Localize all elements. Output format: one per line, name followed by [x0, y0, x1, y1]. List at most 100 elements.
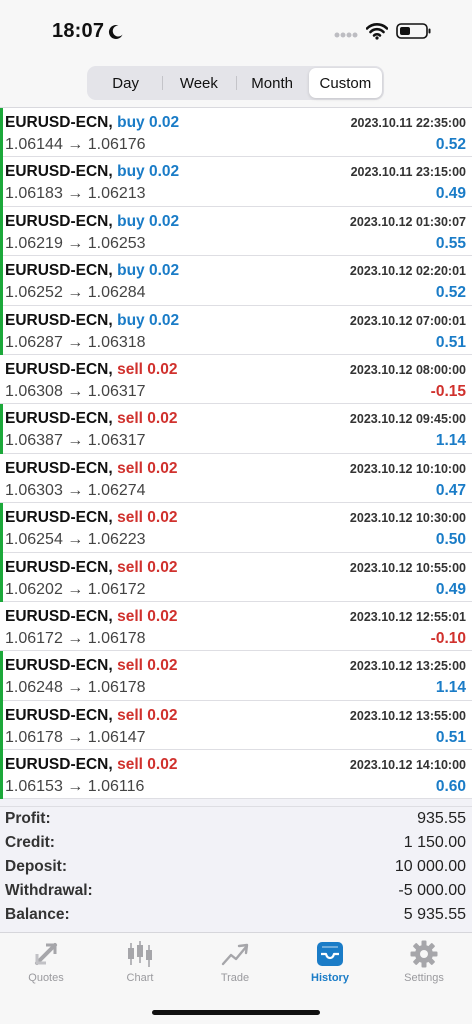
trade-row[interactable]: EURUSD-ECN, buy 0.02 2023.10.12 07:00:01 1…: [0, 305, 472, 356]
trade-prices: 1.06248 → 1.06178: [5, 679, 146, 697]
trade-row-detail: 1.06178 → 1.06147 0.51: [5, 728, 466, 748]
summary-withdrawal-row: Withdrawal: -5 000.00: [0, 879, 472, 903]
status-bar: 18:07: [0, 0, 472, 60]
trade-row[interactable]: EURUSD-ECN, sell 0.02 2023.10.12 10:55:00…: [0, 552, 472, 603]
trade-row[interactable]: EURUSD-ECN, buy 0.02 2023.10.12 01:30:07 1…: [0, 206, 472, 257]
trade-row[interactable]: EURUSD-ECN, buy 0.02 2023.10.11 22:35:00 1…: [0, 108, 472, 158]
trade-row[interactable]: EURUSD-ECN, sell 0.02 2023.10.12 13:25:00…: [0, 651, 472, 702]
trade-row[interactable]: EURUSD-ECN, sell 0.02 2023.10.12 14:10:00…: [0, 750, 472, 800]
trade-title: EURUSD-ECN, sell 0.02: [5, 361, 177, 379]
trade-row[interactable]: EURUSD-ECN, buy 0.02 2023.10.12 02:20:01 1…: [0, 256, 472, 306]
segment-custom[interactable]: Custom: [308, 68, 382, 98]
wifi-icon: [366, 23, 388, 40]
trade-prices: 1.06254 → 1.06223: [5, 531, 146, 549]
trade-title: EURUSD-ECN, sell 0.02: [5, 559, 177, 577]
withdrawal-value: -5 000.00: [398, 882, 466, 899]
trade-row-detail: 1.06183 → 1.06213 0.49: [5, 184, 466, 204]
trade-action: buy 0.02: [117, 114, 180, 131]
summary-balance-row: Balance: 5 935.55: [0, 903, 472, 927]
trade-action: sell 0.02: [117, 410, 178, 428]
tab-chart[interactable]: Chart: [100, 939, 180, 989]
trade-row-header: EURUSD-ECN, buy 0.02 2023.10.11 23:15:00: [5, 162, 466, 182]
deposit-label: Deposit:: [5, 858, 67, 875]
trade-title: EURUSD-ECN, sell 0.02: [5, 608, 177, 626]
trade-profit: -0.15: [430, 382, 466, 400]
trade-prices: 1.06144 → 1.06176: [5, 136, 146, 153]
trade-datetime: 2023.10.12 10:10:00: [349, 461, 466, 476]
trade-prices: 1.06387 → 1.06317: [5, 432, 146, 450]
trade-action: sell 0.02: [117, 756, 178, 774]
tab-trade[interactable]: Trade: [195, 939, 275, 989]
trade-profit: -0.10: [430, 629, 466, 647]
trade-action: sell 0.02: [117, 558, 178, 576]
trade-title: EURUSD-ECN, sell 0.02: [5, 707, 177, 725]
trade-row-detail: 1.06248 → 1.06178 1.14: [5, 678, 466, 698]
trade-datetime: 2023.10.12 14:10:00: [349, 758, 466, 773]
trade-row-header: EURUSD-ECN, sell 0.02 2023.10.12 10:10:00: [5, 459, 466, 479]
trade-datetime: 2023.10.12 02:20:01: [349, 264, 466, 279]
home-indicator: [152, 1010, 320, 1015]
history-inbox-icon: [317, 942, 343, 966]
trade-title: EURUSD-ECN, sell 0.02: [5, 756, 177, 774]
trade-action: buy 0.02: [117, 262, 180, 280]
credit-value: 1 150.00: [403, 834, 466, 851]
period-segmented-control: Day Week Month Custom: [87, 66, 384, 100]
trade-row[interactable]: EURUSD-ECN, sell 0.02 2023.10.12 12:55:01…: [0, 602, 472, 652]
trade-symbol: EURUSD-ECN,: [5, 459, 113, 477]
trade-row[interactable]: EURUSD-ECN, sell 0.02 2023.10.12 09:45:00…: [0, 404, 472, 455]
candlestick-chart-icon: [128, 941, 152, 967]
trade-row-detail: 1.06202 → 1.06172 0.49: [5, 580, 466, 600]
trade-icon: [221, 943, 249, 966]
summary-credit-row: Credit: 1 150.00: [0, 831, 472, 855]
tab-history[interactable]: History: [290, 939, 370, 989]
segment-week[interactable]: Week: [162, 68, 235, 98]
trade-datetime: 2023.10.12 10:55:00: [349, 560, 466, 575]
trade-row-detail: 1.06287 → 1.06318 0.51: [5, 333, 466, 353]
trade-row-detail: 1.06303 → 1.06274 0.47: [5, 481, 466, 501]
trade-symbol: EURUSD-ECN,: [5, 607, 113, 625]
status-time: 18:07: [52, 20, 105, 42]
trade-profit: 0.52: [435, 136, 466, 153]
tab-history-label: History: [311, 972, 349, 984]
trade-row[interactable]: EURUSD-ECN, buy 0.02 2023.10.11 23:15:00 1…: [0, 157, 472, 208]
trade-symbol: EURUSD-ECN,: [5, 114, 113, 131]
trade-symbol: EURUSD-ECN,: [5, 706, 113, 724]
trade-symbol: EURUSD-ECN,: [5, 410, 113, 428]
trade-title: EURUSD-ECN, buy 0.02: [5, 213, 179, 231]
trade-action: buy 0.02: [117, 311, 180, 329]
trade-row-header: EURUSD-ECN, sell 0.02 2023.10.12 13:55:00: [5, 706, 466, 726]
trade-row[interactable]: EURUSD-ECN, sell 0.02 2023.10.12 08:00:00…: [0, 355, 472, 405]
trade-row-detail: 1.06153 → 1.06116 0.60: [5, 777, 466, 797]
trade-profit: 1.14: [435, 432, 466, 450]
deposit-value: 10 000.00: [394, 858, 466, 875]
trade-row-detail: 1.06219 → 1.06253 0.55: [5, 234, 466, 254]
trade-row-detail: 1.06254 → 1.06223 0.50: [5, 530, 466, 550]
trade-row[interactable]: EURUSD-ECN, sell 0.02 2023.10.12 13:55:00…: [0, 700, 472, 751]
trade-datetime: 2023.10.12 13:25:00: [349, 659, 466, 674]
trade-action: buy 0.02: [117, 163, 180, 181]
trade-action: sell 0.02: [117, 706, 178, 724]
trade-datetime: 2023.10.12 08:00:00: [349, 362, 466, 377]
quotes-icon: [35, 943, 57, 965]
trade-row-header: EURUSD-ECN, sell 0.02 2023.10.12 08:00:00: [5, 360, 466, 380]
trade-symbol: EURUSD-ECN,: [5, 509, 113, 527]
segment-day[interactable]: Day: [89, 68, 162, 98]
trade-title: EURUSD-ECN, sell 0.02: [5, 657, 177, 675]
gear-icon: [410, 940, 438, 968]
trade-row[interactable]: EURUSD-ECN, sell 0.02 2023.10.12 10:30:00…: [0, 503, 472, 553]
trade-prices: 1.06178 → 1.06147: [5, 728, 146, 746]
trade-symbol: EURUSD-ECN,: [5, 212, 113, 230]
trade-title: EURUSD-ECN, sell 0.02: [5, 509, 177, 527]
trade-prices: 1.06308 → 1.06317: [5, 382, 146, 400]
segment-month[interactable]: Month: [235, 68, 309, 98]
summary-profit-row: Profit: 935.55: [0, 807, 472, 831]
trade-row[interactable]: EURUSD-ECN, sell 0.02 2023.10.12 10:10:00…: [0, 454, 472, 504]
trade-row-header: EURUSD-ECN, buy 0.02 2023.10.11 22:35:00: [5, 113, 466, 133]
tab-quotes[interactable]: Quotes: [6, 939, 86, 989]
trade-symbol: EURUSD-ECN,: [5, 657, 113, 675]
trade-profit: 0.60: [435, 778, 466, 796]
trade-profit: 0.49: [435, 580, 466, 598]
withdrawal-label: Withdrawal:: [5, 882, 93, 899]
trade-datetime: 2023.10.12 13:55:00: [349, 708, 466, 723]
tab-settings[interactable]: Settings: [384, 939, 464, 989]
